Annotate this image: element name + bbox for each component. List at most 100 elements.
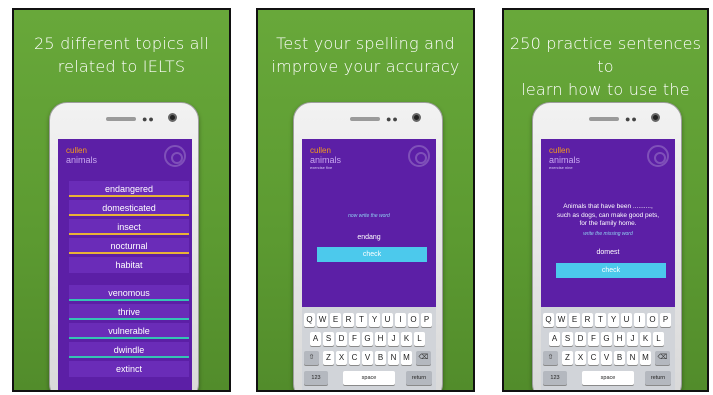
key-w[interactable]: W: [556, 313, 567, 327]
key-b[interactable]: B: [375, 351, 386, 365]
app-screen: cullen animals exercise five now write t…: [302, 139, 436, 390]
app-logo-icon: [164, 145, 186, 167]
app-logo-icon: [408, 145, 430, 167]
key-j[interactable]: J: [388, 332, 399, 346]
key-x[interactable]: X: [575, 351, 586, 365]
key-j[interactable]: J: [627, 332, 638, 346]
key-y[interactable]: Y: [608, 313, 619, 327]
answer-input[interactable]: endang: [302, 234, 436, 241]
key-c[interactable]: C: [588, 351, 599, 365]
key-b[interactable]: B: [614, 351, 625, 365]
key-d[interactable]: D: [336, 332, 347, 346]
keyboard: Q W E R T Y U I O P A S D F G H J K L ⇧ Z X C V B N M ⌫ 123 space retu…: [302, 307, 436, 390]
key-x[interactable]: X: [336, 351, 347, 365]
key-u[interactable]: U: [621, 313, 632, 327]
caption-line-1: 250 practice sentences to: [509, 34, 702, 76]
key-a[interactable]: A: [310, 332, 321, 346]
speaker-grille: [350, 117, 380, 121]
word-item-dwindle[interactable]: dwindle: [69, 342, 189, 358]
word-item-insect[interactable]: insect: [69, 219, 189, 235]
word-item-thrive[interactable]: thrive: [69, 304, 189, 320]
key-m[interactable]: M: [401, 351, 412, 365]
key-u[interactable]: U: [382, 313, 393, 327]
word-item-extinct[interactable]: extinct: [69, 361, 189, 377]
topic-label: animals: [310, 155, 342, 165]
word-item-nocturnal[interactable]: nocturnal: [69, 238, 189, 254]
word-item-vulnerable[interactable]: vulnerable: [69, 323, 189, 339]
brand-label: cullen: [549, 146, 570, 155]
key-s[interactable]: S: [562, 332, 573, 346]
shift-key[interactable]: ⇧: [304, 351, 319, 365]
key-g[interactable]: G: [362, 332, 373, 346]
key-z[interactable]: Z: [562, 351, 573, 365]
topic-label: animals: [66, 155, 98, 165]
key-l[interactable]: L: [653, 332, 664, 346]
sensor-dots: ●●: [386, 114, 399, 124]
numbers-key[interactable]: 123: [304, 371, 328, 385]
instruction-text: write the missing word: [583, 231, 633, 237]
key-p[interactable]: P: [660, 313, 671, 327]
key-k[interactable]: K: [401, 332, 412, 346]
app-logo-icon: [647, 145, 669, 167]
camera-icon: [412, 113, 421, 122]
key-s[interactable]: S: [323, 332, 334, 346]
key-c[interactable]: C: [349, 351, 360, 365]
keyboard: Q W E R T Y U I O P A S D F G H J K L ⇧ Z X C V B N M ⌫ 123 space retu…: [541, 307, 675, 390]
key-q[interactable]: Q: [543, 313, 554, 327]
backspace-key[interactable]: ⌫: [416, 351, 431, 365]
answer-input[interactable]: domest: [541, 249, 675, 256]
key-i[interactable]: I: [634, 313, 645, 327]
word-item-domesticated[interactable]: domesticated: [69, 200, 189, 216]
key-e[interactable]: E: [330, 313, 341, 327]
check-button[interactable]: check: [556, 263, 666, 278]
key-l[interactable]: L: [414, 332, 425, 346]
key-f[interactable]: F: [349, 332, 360, 346]
key-y[interactable]: Y: [369, 313, 380, 327]
key-f[interactable]: F: [588, 332, 599, 346]
key-o[interactable]: O: [647, 313, 658, 327]
key-g[interactable]: G: [601, 332, 612, 346]
key-q[interactable]: Q: [304, 313, 315, 327]
instruction-text: now write the word: [348, 213, 390, 219]
key-w[interactable]: W: [317, 313, 328, 327]
brand-label: cullen: [310, 146, 331, 155]
panel-spelling: Test your spelling and improve your accu…: [256, 8, 475, 392]
key-d[interactable]: D: [575, 332, 586, 346]
word-item-venomous[interactable]: venomous: [69, 285, 189, 301]
key-h[interactable]: H: [614, 332, 625, 346]
caption-line-2: related to IELTS: [57, 57, 186, 76]
key-r[interactable]: R: [343, 313, 354, 327]
key-z[interactable]: Z: [323, 351, 334, 365]
key-n[interactable]: N: [388, 351, 399, 365]
key-i[interactable]: I: [395, 313, 406, 327]
shift-key[interactable]: ⇧: [543, 351, 558, 365]
key-p[interactable]: P: [421, 313, 432, 327]
return-key[interactable]: return: [645, 371, 671, 385]
key-o[interactable]: O: [408, 313, 419, 327]
key-e[interactable]: E: [569, 313, 580, 327]
camera-icon: [651, 113, 660, 122]
key-m[interactable]: M: [640, 351, 651, 365]
word-item-habitat[interactable]: habitat: [69, 257, 189, 273]
word-item-endangered[interactable]: endangered: [69, 181, 189, 197]
space-key[interactable]: space: [343, 371, 395, 385]
speaker-grille: [106, 117, 136, 121]
numbers-key[interactable]: 123: [543, 371, 567, 385]
key-r[interactable]: R: [582, 313, 593, 327]
return-key[interactable]: return: [406, 371, 432, 385]
key-t[interactable]: T: [595, 313, 606, 327]
check-button[interactable]: check: [317, 247, 427, 262]
backspace-key[interactable]: ⌫: [655, 351, 670, 365]
key-k[interactable]: K: [640, 332, 651, 346]
brand-label: cullen: [66, 146, 87, 155]
key-v[interactable]: V: [362, 351, 373, 365]
key-h[interactable]: H: [375, 332, 386, 346]
key-t[interactable]: T: [356, 313, 367, 327]
key-a[interactable]: A: [549, 332, 560, 346]
space-key[interactable]: space: [582, 371, 634, 385]
practice-sentence: Animals that have been .........., such …: [549, 203, 667, 229]
sentence-line: such as dogs, can make good pets,: [556, 211, 660, 219]
speaker-grille: [589, 117, 619, 121]
key-v[interactable]: V: [601, 351, 612, 365]
key-n[interactable]: N: [627, 351, 638, 365]
